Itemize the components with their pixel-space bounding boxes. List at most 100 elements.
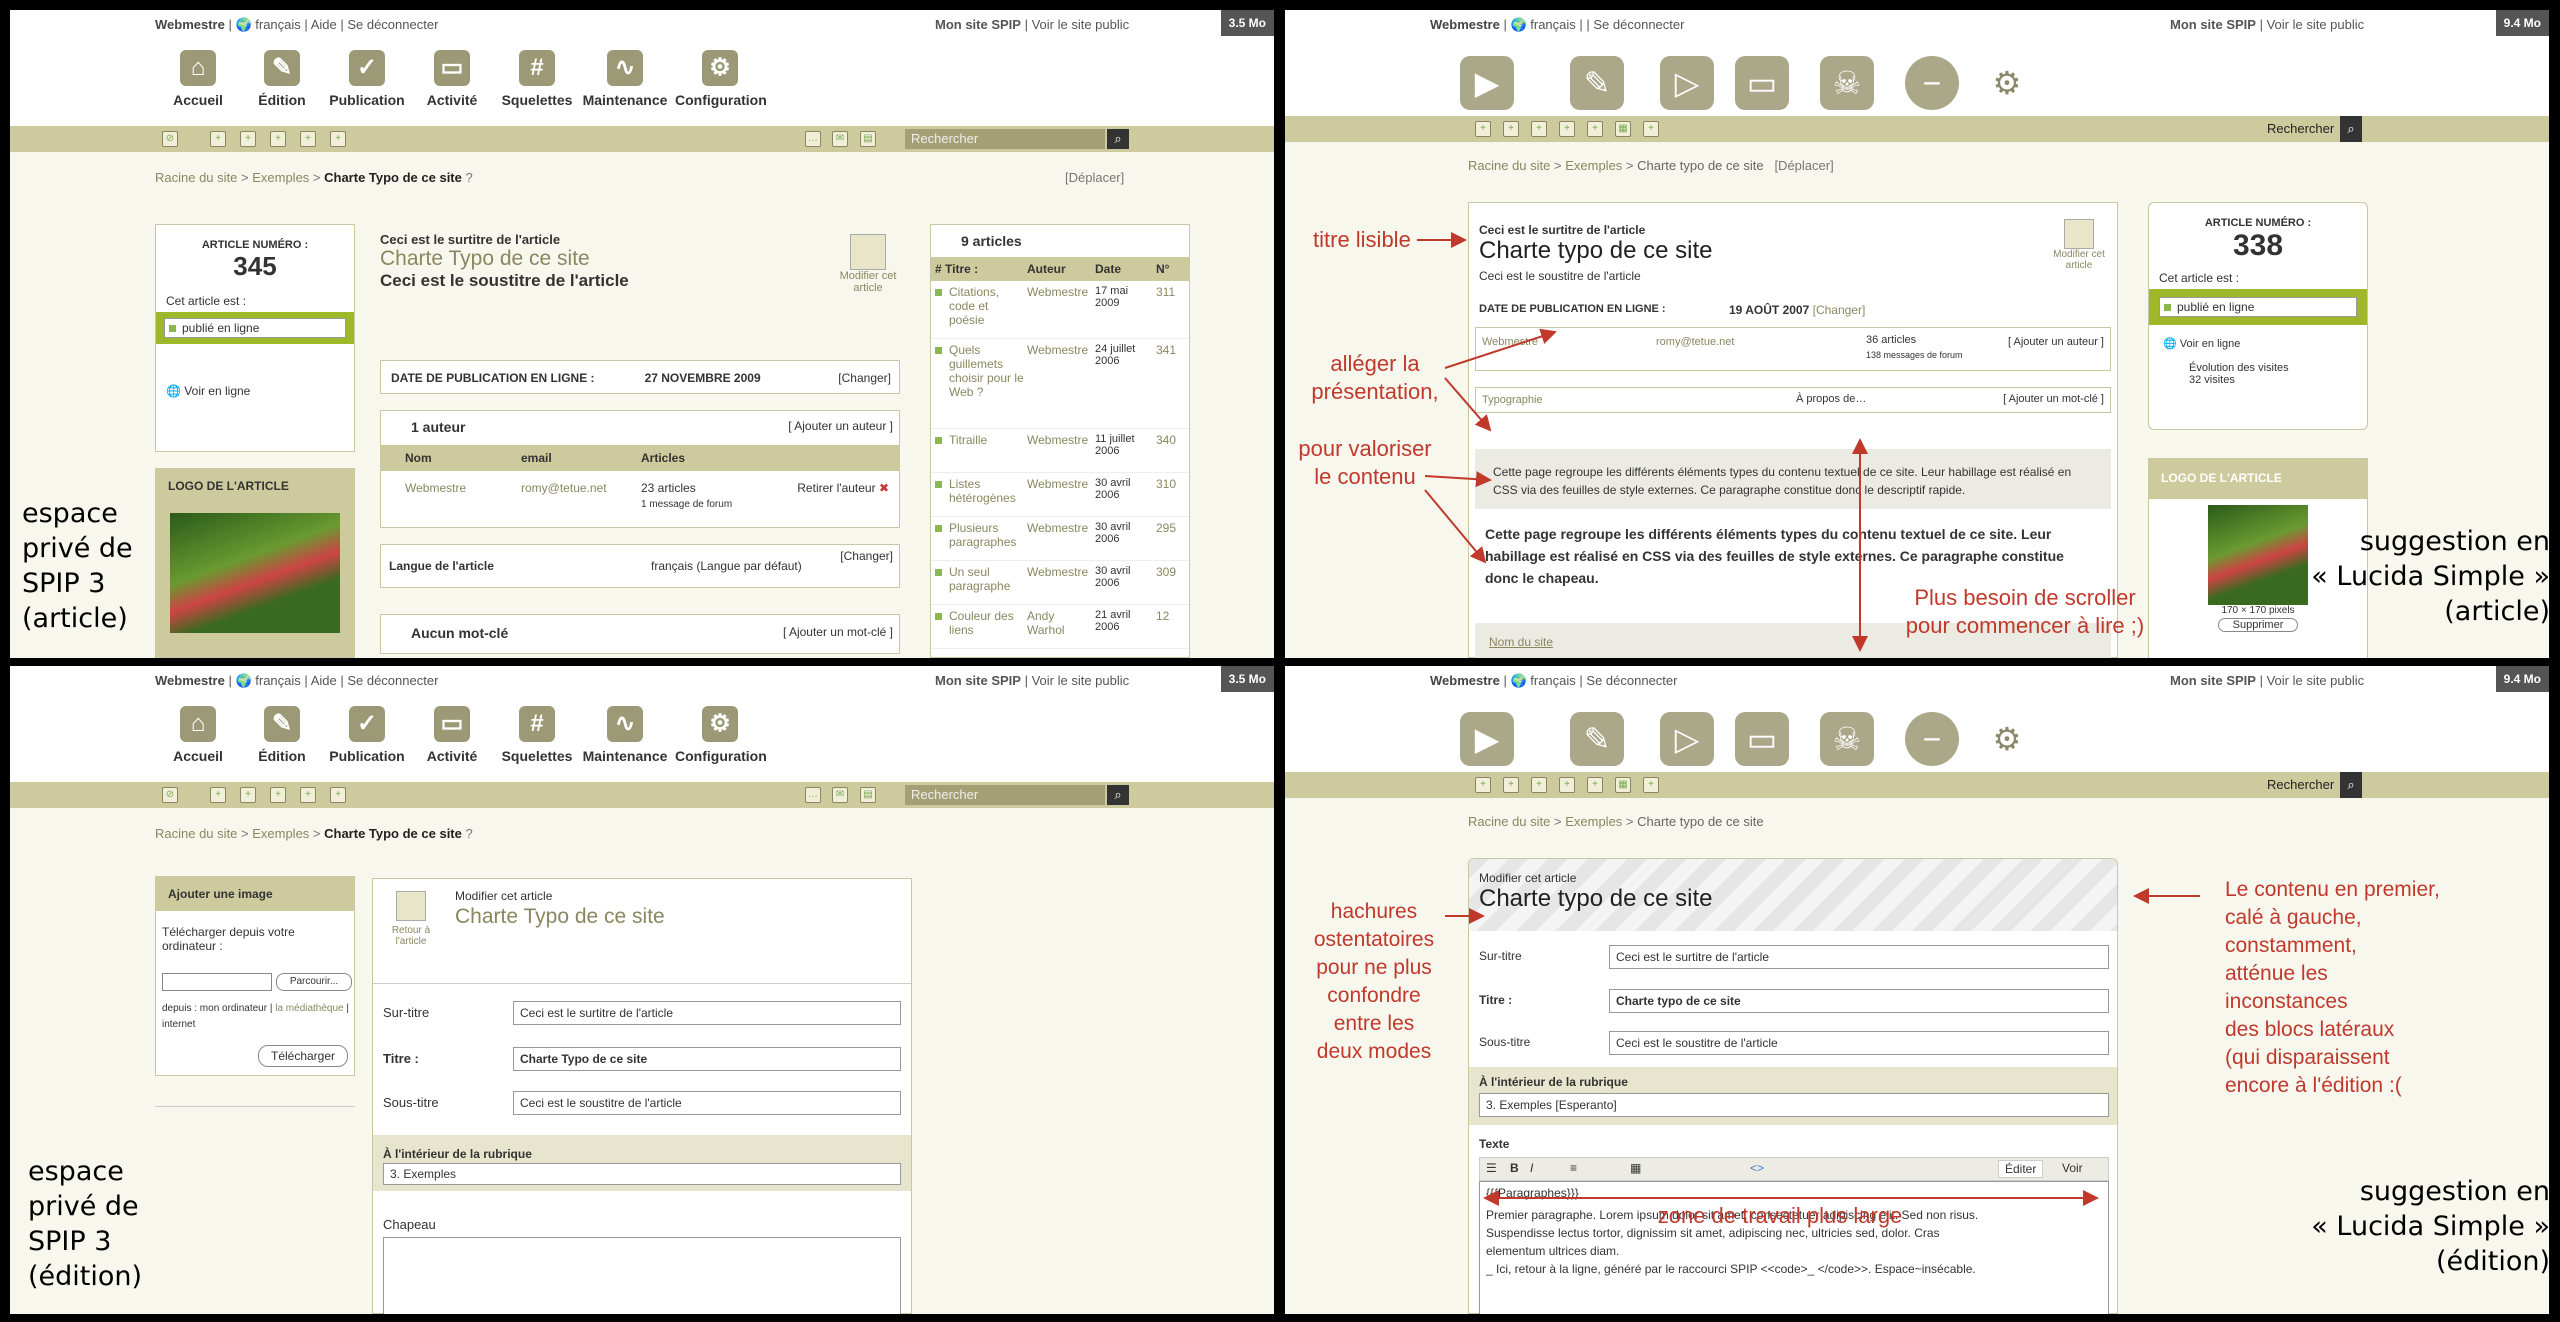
nav-accueil[interactable]: ⌂ Accueil (153, 50, 243, 108)
help-link[interactable]: Aide (311, 17, 337, 32)
add-doc-icon[interactable]: + (1643, 121, 1659, 137)
publish-icon[interactable]: ▷ (1660, 56, 1714, 110)
nocursor-icon[interactable]: ⊘ (162, 787, 178, 803)
pencil-icon[interactable]: ✎ (1570, 712, 1624, 766)
mail-icon[interactable]: ✉ (832, 787, 848, 803)
site-name-link[interactable]: Nom du site (1489, 635, 1553, 649)
table-icon[interactable]: ▦ (1630, 1161, 1641, 1175)
add-link-icon[interactable]: + (1559, 777, 1575, 793)
add-site-icon[interactable]: + (1587, 121, 1603, 137)
nav-configuration[interactable]: ⚙ Configuration (675, 50, 767, 108)
author-link[interactable]: Webmestre (405, 481, 466, 495)
soustitre-input[interactable]: Ceci est le soustitre de l'article (513, 1091, 901, 1115)
add-article-icon[interactable]: + (1503, 121, 1519, 137)
nav-squelettes[interactable]: # Squelettes (492, 706, 582, 764)
list-item[interactable]: Titraille Webmestre 11 juillet 2006 340 (931, 429, 1189, 473)
browse-button[interactable]: Parcourir... (276, 973, 352, 991)
print-icon[interactable]: ▤ (860, 787, 876, 803)
skull-icon[interactable]: ☠ (1820, 712, 1874, 766)
search-icon[interactable]: ⌕ (2340, 116, 2362, 142)
list-item[interactable]: Quels guillemets choisir pour le Web ? We… (931, 339, 1189, 429)
nav-squelettes[interactable]: # Squelettes (492, 50, 582, 108)
list-author[interactable]: Webmestre (1027, 433, 1093, 447)
tab-view[interactable]: Voir (2056, 1160, 2089, 1176)
lang-link[interactable]: français (255, 17, 301, 32)
email-link[interactable]: romy@tetue.net (521, 481, 607, 495)
list-number[interactable]: 295 (1156, 521, 1186, 535)
add-keyword-link[interactable]: [ Ajouter un mot-clé ] (2003, 393, 2104, 405)
list-author[interactable]: Webmestre (1027, 477, 1093, 491)
status-select[interactable]: publié en ligne (2159, 297, 2357, 317)
stats-link[interactable]: Évolution des visites 32 visites (2189, 362, 2353, 386)
add-doc-icon[interactable]: + (330, 787, 346, 803)
modify-article-button[interactable]: Modifier cet article (828, 234, 908, 294)
chapeau-textarea[interactable] (383, 1237, 901, 1314)
search-input[interactable]: Rechercher (905, 785, 1105, 805)
add-author-link[interactable]: [ Ajouter un auteur ] (2008, 336, 2104, 348)
add-author-icon[interactable]: + (1531, 121, 1547, 137)
nav-activite[interactable]: ▭ Activité (407, 706, 497, 764)
nav-edition[interactable]: ✎ Édition (237, 706, 327, 764)
list-title[interactable]: Titraille (949, 433, 1027, 447)
rubrique-select[interactable]: 3. Exemples [Esperanto] (1479, 1093, 2109, 1117)
add-article-icon[interactable]: + (1503, 777, 1519, 793)
search-icon[interactable]: ⌕ (2340, 772, 2362, 798)
add-keyword-link[interactable]: [ Ajouter un mot-clé ] (783, 625, 893, 639)
nav-maintenance[interactable]: ∿ Maintenance (580, 706, 670, 764)
heading-icon[interactable]: ☰ (1486, 1161, 1497, 1175)
back-to-article-button[interactable]: Retour à l'article (383, 891, 439, 947)
print-icon[interactable]: ▤ (860, 131, 876, 147)
add-article-icon[interactable]: + (240, 787, 256, 803)
add-article-icon[interactable]: + (240, 131, 256, 147)
add-site-icon[interactable]: + (1587, 777, 1603, 793)
add-author-link[interactable]: [ Ajouter un auteur ] (788, 419, 893, 433)
tab-edit[interactable]: Éditer (1998, 1160, 2044, 1178)
list-author[interactable]: Webmestre (1027, 343, 1093, 357)
list-number[interactable]: 310 (1156, 477, 1186, 491)
calendar-icon[interactable]: ▦ (1615, 777, 1631, 793)
pencil-icon[interactable]: ✎ (1570, 56, 1624, 110)
add-rubric-icon[interactable]: + (1475, 777, 1491, 793)
nav-activite[interactable]: ▭ Activité (407, 50, 497, 108)
list-title[interactable]: Listes hétérogènes (949, 477, 1027, 505)
list-item[interactable]: Un seul paragraphe Webmestre 30 avril 2006… (931, 561, 1189, 605)
add-site-icon[interactable]: + (300, 787, 316, 803)
search-icon[interactable]: ⌕ (1107, 129, 1129, 149)
publish-icon[interactable]: ▷ (1660, 712, 1714, 766)
nav-accueil[interactable]: ⌂ Accueil (153, 706, 243, 764)
move-link[interactable]: [Déplacer] (1065, 170, 1124, 185)
status-select[interactable]: publié en ligne (164, 318, 346, 338)
titre-input[interactable]: Charte typo de ce site (1609, 989, 2109, 1013)
speech-bubble-icon[interactable]: ▭ (1735, 712, 1789, 766)
list-title[interactable]: Quels guillemets choisir pour le Web ? (949, 343, 1027, 399)
stop-icon[interactable]: − (1905, 712, 1959, 766)
nocursor-icon[interactable]: ⊘ (162, 131, 178, 147)
add-author-icon[interactable]: + (1531, 777, 1547, 793)
file-input[interactable] (162, 973, 272, 991)
list-number[interactable]: 341 (1156, 343, 1186, 357)
add-rubric-icon[interactable]: + (210, 131, 226, 147)
mail-icon[interactable]: ✉ (832, 131, 848, 147)
nav-publication[interactable]: ✓ Publication (322, 50, 412, 108)
list-number[interactable]: 12 (1156, 609, 1186, 623)
site-link[interactable]: Mon site SPIP (935, 17, 1021, 32)
list-author[interactable]: Webmestre (1027, 285, 1093, 299)
list-item[interactable]: Listes hétérogènes Webmestre 30 avril 2006… (931, 473, 1189, 517)
list-title[interactable]: Citations, code et poésie (949, 285, 1027, 327)
gear-icon[interactable]: ⚙ (1980, 712, 2034, 766)
upload-button[interactable]: Télécharger (258, 1045, 348, 1067)
nav-publication[interactable]: ✓ Publication (322, 706, 412, 764)
move-link[interactable]: [Déplacer] (1774, 158, 1833, 173)
nav-configuration[interactable]: ⚙ Configuration (675, 706, 767, 764)
list-number[interactable]: 340 (1156, 433, 1186, 447)
stop-icon[interactable]: − (1905, 56, 1959, 110)
text-editor[interactable]: {{{Paragraphes}}} Premier paragraphe. Lor… (1479, 1181, 2109, 1314)
italic-icon[interactable]: I (1530, 1161, 1533, 1175)
surtitre-input[interactable]: Ceci est le surtitre de l'article (1609, 945, 2109, 969)
list-item[interactable]: Citations, code et poésie Webmestre 17 mai… (931, 281, 1189, 339)
logout-link[interactable]: Se déconnecter (347, 17, 438, 32)
forum-icon[interactable]: … (805, 787, 821, 803)
list-author[interactable]: Webmestre (1027, 565, 1093, 579)
view-online-link[interactable]: 🌐 Voir en ligne (166, 384, 344, 398)
search-icon[interactable]: ⌕ (1107, 785, 1129, 805)
